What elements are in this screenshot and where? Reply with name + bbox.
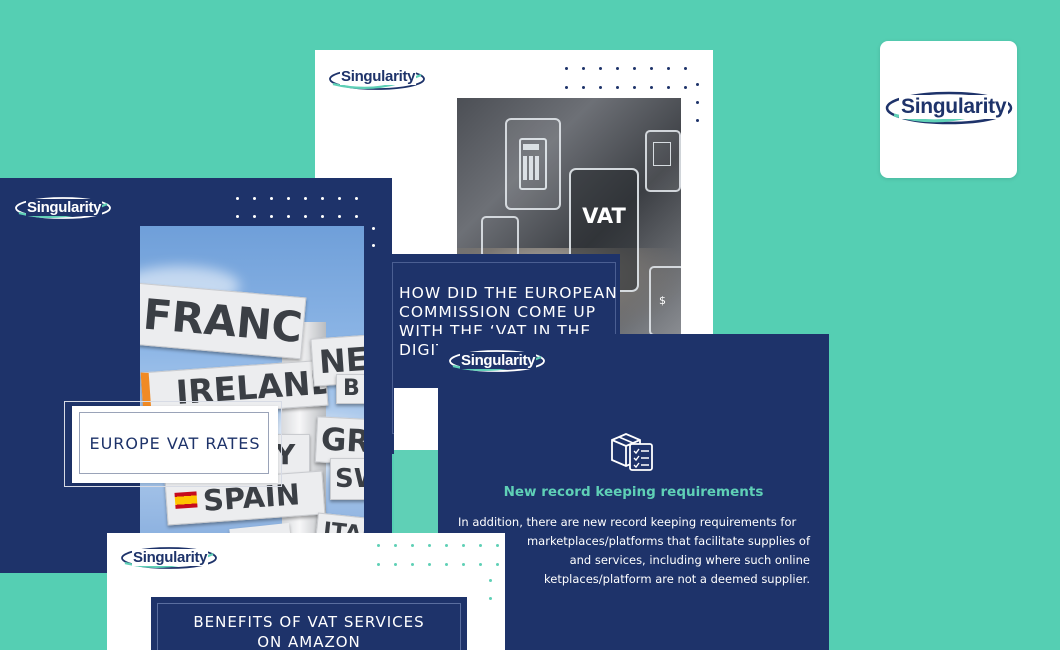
- amazon-title-line1: BENEFITS OF VAT SERVICES: [193, 613, 425, 631]
- brand-logo: Singularity: [899, 95, 1009, 119]
- spain-flag-icon: [174, 491, 198, 509]
- brand-logo: Singularity: [460, 352, 537, 369]
- logo-tile: Singularity: [880, 41, 1017, 178]
- europe-vat-card: Singularity FRANCE IRELAND NETH B Y GRE …: [0, 178, 392, 573]
- record-keeping-body-line3: and services, including where such onlin…: [569, 553, 810, 567]
- vat-tile-label: VAT: [582, 204, 626, 228]
- vat-digital-title-line1: HOW DID THE EUROPEAN: [399, 284, 618, 302]
- record-keeping-body-line1: In addition, there are new record keepin…: [458, 515, 797, 529]
- dot-column: [696, 83, 699, 137]
- white-panel: [394, 388, 440, 450]
- record-keeping-body-line4: ketplaces/platform are not a deemed supp…: [544, 572, 810, 586]
- signpost-image: FRANCE IRELAND NETH B Y GRE SW SPAIN ITA…: [140, 226, 364, 573]
- europe-vat-title: EUROPE VAT RATES: [89, 434, 261, 453]
- brand-logo: Singularity: [340, 68, 417, 85]
- sign-sw: SW: [330, 458, 364, 500]
- teal-block: [394, 450, 440, 534]
- sign-france: FRANCE: [140, 282, 307, 360]
- europe-vat-title-box: EUROPE VAT RATES: [72, 406, 278, 483]
- small-tile-icon: [481, 216, 519, 258]
- amazon-title-line2: ON AMAZON: [257, 633, 361, 650]
- money-tile-icon: $: [649, 266, 681, 336]
- document-icon: [645, 130, 681, 192]
- brand-logo: Singularity: [26, 199, 103, 216]
- amazon-benefits-card: Singularity BENEFITS OF VAT SERVICES ON …: [107, 533, 505, 650]
- dot-pattern: [377, 544, 499, 566]
- vat-digital-title-line2: COMMISSION COME UP: [399, 303, 597, 321]
- record-keeping-body-line2: marketplaces/platforms that facilitate s…: [526, 534, 810, 548]
- record-keeping-title: New record keeping requirements: [503, 484, 764, 500]
- brand-logo: Singularity: [132, 549, 209, 566]
- dot-pattern: [565, 67, 687, 89]
- calculator-icon: [505, 118, 561, 210]
- dot-column: [489, 579, 492, 615]
- amazon-title-box: BENEFITS OF VAT SERVICES ON AMAZON: [151, 597, 467, 650]
- dot-pattern: [236, 197, 358, 218]
- package-checklist-icon: [611, 433, 653, 471]
- sign-b: B: [336, 374, 364, 404]
